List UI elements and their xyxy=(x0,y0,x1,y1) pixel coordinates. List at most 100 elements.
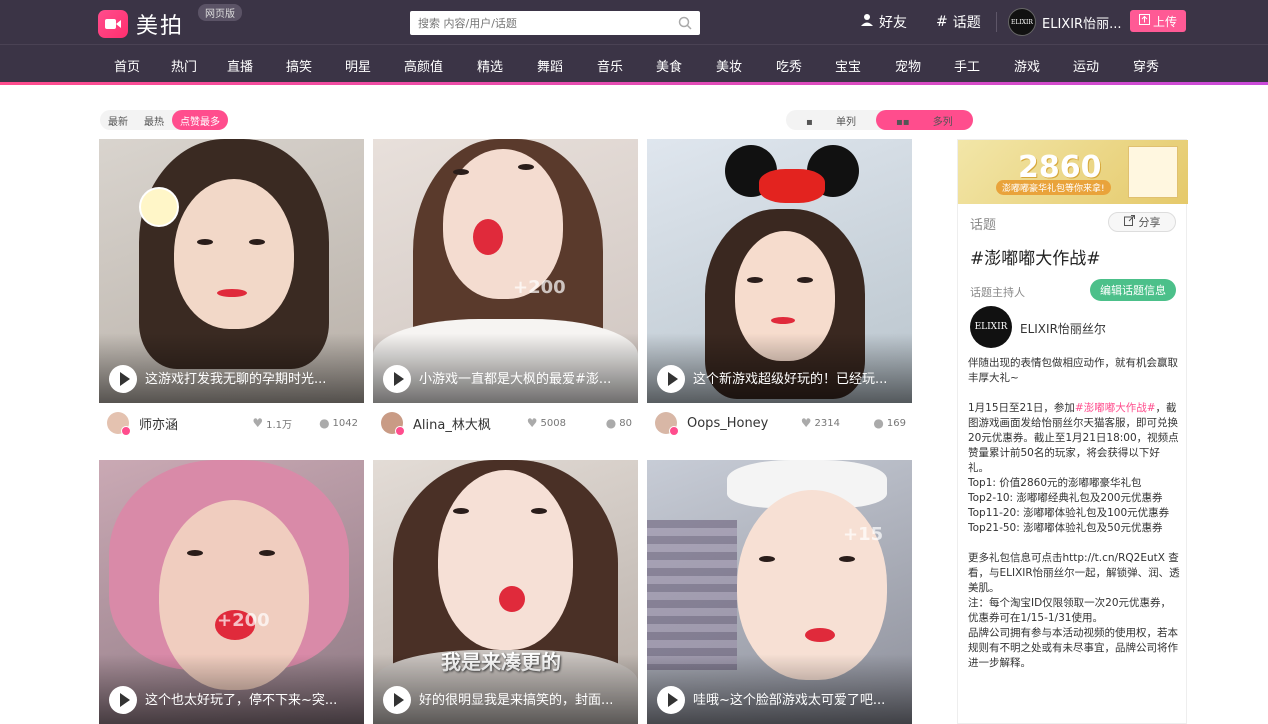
user-name[interactable]: ELIXIR怡丽... xyxy=(1042,13,1121,32)
video-thumbnail[interactable]: +200 这个也太好玩了，停不下来~突... xyxy=(99,460,364,724)
video-caption[interactable]: 这个新游戏超级好玩的！已经玩... xyxy=(693,368,887,387)
cat-item[interactable]: 音乐 xyxy=(597,56,623,75)
search-input[interactable] xyxy=(410,11,660,35)
video-caption[interactable]: 这个也太好玩了，停不下来~突... xyxy=(145,689,337,708)
cat-item[interactable]: 热门 xyxy=(171,56,197,75)
cat-item[interactable]: 穿秀 xyxy=(1133,56,1159,75)
video-card[interactable]: +15 哇哦~这个脸部游戏太可爱了吧... xyxy=(647,460,912,724)
cat-item[interactable]: 搞笑 xyxy=(286,56,312,75)
cat-item[interactable]: 舞蹈 xyxy=(537,56,563,75)
share-icon xyxy=(1123,215,1135,229)
user-icon xyxy=(860,13,874,31)
cat-item[interactable]: 美妆 xyxy=(716,56,742,75)
sort-tab-most-liked[interactable]: 点赞最多 xyxy=(172,110,228,130)
likes-value: 2314 xyxy=(814,417,840,429)
shelf-shape xyxy=(647,520,737,670)
upload-button[interactable]: 上传 xyxy=(1130,10,1186,32)
promo-banner[interactable]: 2860 澎嘟嘟豪华礼包等你来拿! xyxy=(958,140,1188,204)
play-icon[interactable] xyxy=(657,365,685,393)
like-count[interactable]: ♥ 2314 xyxy=(801,416,840,430)
edit-topic-button[interactable]: 编辑话题信息 xyxy=(1090,279,1176,301)
video-thumbnail[interactable]: 这个新游戏超级好玩的！已经玩... xyxy=(647,139,912,403)
avatar[interactable] xyxy=(381,412,405,436)
avatar[interactable] xyxy=(655,412,679,436)
view-single[interactable]: ▪ 单列 xyxy=(786,110,876,130)
sort-tab-latest[interactable]: 最新 xyxy=(100,110,136,130)
mouth-shape xyxy=(771,317,795,324)
cat-item[interactable]: 明星 xyxy=(345,56,371,75)
topics-label: 话题 xyxy=(952,15,981,31)
prize-item: Top11-20: 澎嘟嘟体验礼包及100元优惠券 xyxy=(968,507,1170,519)
host-avatar[interactable]: ELIXIR xyxy=(970,306,1012,348)
cat-item[interactable]: 美食 xyxy=(656,56,682,75)
cat-item[interactable]: 高颜值 xyxy=(404,56,443,75)
comment-count[interactable]: ● 1042 xyxy=(319,416,358,430)
cat-item[interactable]: 运动 xyxy=(1073,56,1099,75)
author-name[interactable]: Alina_林大枫 xyxy=(413,414,491,433)
video-card[interactable]: 这个新游戏超级好玩的！已经玩... Oops_Honey ♥ 2314 ● 169 xyxy=(647,139,912,443)
mouth-shape xyxy=(217,289,247,297)
video-thumbnail[interactable]: 这游戏打发我无聊的孕期时光... xyxy=(99,139,364,403)
multi-column-icon: ▪▪ xyxy=(895,117,913,128)
share-button[interactable]: 分享 xyxy=(1108,212,1176,232)
view-multi[interactable]: ▪▪ 多列 xyxy=(875,110,973,130)
search-box[interactable] xyxy=(410,11,700,35)
sort-tab-hot[interactable]: 最热 xyxy=(136,110,172,130)
mouth-shape xyxy=(473,219,503,255)
likes-value: 1.1万 xyxy=(266,419,292,431)
comment-count[interactable]: ● 169 xyxy=(873,416,906,430)
play-icon[interactable] xyxy=(109,365,137,393)
video-card[interactable]: 我是来凑更的 好的很明显我是来搞笑的，封面... xyxy=(373,460,638,724)
cat-item[interactable]: 游戏 xyxy=(1014,56,1040,75)
user-avatar[interactable]: ELIXIR xyxy=(1008,8,1036,36)
emoji-sticker xyxy=(139,187,179,227)
cat-item[interactable]: 手工 xyxy=(954,56,980,75)
avatar[interactable] xyxy=(107,412,131,436)
desc-note: 注：每个淘宝ID仅限领取一次20元优惠券，优惠券可在1/15-1/31使用。 xyxy=(968,597,1172,624)
eye-shape xyxy=(518,164,534,170)
video-caption[interactable]: 这游戏打发我无聊的孕期时光... xyxy=(145,368,326,387)
author-name[interactable]: Oops_Honey xyxy=(687,416,768,431)
video-thumbnail[interactable]: 我是来凑更的 好的很明显我是来搞笑的，封面... xyxy=(373,460,638,724)
host-name[interactable]: ELIXIR怡丽丝尔 xyxy=(1020,320,1106,337)
like-count[interactable]: ♥ 5008 xyxy=(527,416,566,430)
topic-hashtag-link[interactable]: #澎嘟嘟大作战# xyxy=(1075,402,1156,414)
cat-item[interactable]: 宝宝 xyxy=(835,56,861,75)
play-icon[interactable] xyxy=(383,686,411,714)
video-caption[interactable]: 小游戏一直都是大枫的最爱#澎... xyxy=(419,368,611,387)
search-icon[interactable] xyxy=(678,15,692,34)
video-thumbnail[interactable]: +200 小游戏一直都是大枫的最爱#澎... xyxy=(373,139,638,403)
cat-item[interactable]: 直播 xyxy=(227,56,253,75)
plus-score: +200 xyxy=(513,277,566,298)
friends-link[interactable]: 好友 xyxy=(860,12,907,32)
cat-item[interactable]: 宠物 xyxy=(895,56,921,75)
mouth-shape xyxy=(805,628,835,642)
prize-item: Top21-50: 澎嘟嘟体验礼包及50元优惠券 xyxy=(968,522,1163,534)
video-meta: Oops_Honey ♥ 2314 ● 169 xyxy=(647,403,912,443)
play-icon[interactable] xyxy=(109,686,137,714)
video-thumbnail[interactable]: +15 哇哦~这个脸部游戏太可爱了吧... xyxy=(647,460,912,724)
eye-shape xyxy=(759,556,775,562)
topics-link[interactable]: # 话题 xyxy=(936,12,981,32)
heart-icon: ♥ xyxy=(252,416,264,430)
author-name[interactable]: 师亦涵 xyxy=(139,414,178,433)
desc-intro: 伴随出现的表情包做相应动作，就有机会赢取丰厚大礼~ xyxy=(968,357,1178,384)
video-card[interactable]: +200 小游戏一直都是大枫的最爱#澎... Alina_林大枫 ♥ 5008 ●… xyxy=(373,139,638,443)
video-caption[interactable]: 好的很明显我是来搞笑的，封面... xyxy=(419,689,613,708)
logo[interactable]: 美拍 xyxy=(98,8,184,40)
cat-item[interactable]: 精选 xyxy=(477,56,503,75)
like-count[interactable]: ♥ 1.1万 xyxy=(252,416,292,431)
comments-value: 169 xyxy=(886,417,906,429)
comments-value: 1042 xyxy=(332,417,358,429)
video-card[interactable]: +200 这个也太好玩了，停不下来~突... xyxy=(99,460,364,724)
play-icon[interactable] xyxy=(383,365,411,393)
video-caption[interactable]: 哇哦~这个脸部游戏太可爱了吧... xyxy=(693,689,885,708)
video-card[interactable]: 这游戏打发我无聊的孕期时光... 师亦涵 ♥ 1.1万 ● 1042 xyxy=(99,139,364,443)
eye-shape xyxy=(249,239,265,245)
play-icon[interactable] xyxy=(657,686,685,714)
desc-rules-a: 1月15日至21日，参加 xyxy=(968,402,1075,414)
cat-item[interactable]: 首页 xyxy=(114,56,140,75)
header-divider xyxy=(996,12,997,32)
cat-item[interactable]: 吃秀 xyxy=(776,56,802,75)
comment-count[interactable]: ● 80 xyxy=(606,416,632,430)
